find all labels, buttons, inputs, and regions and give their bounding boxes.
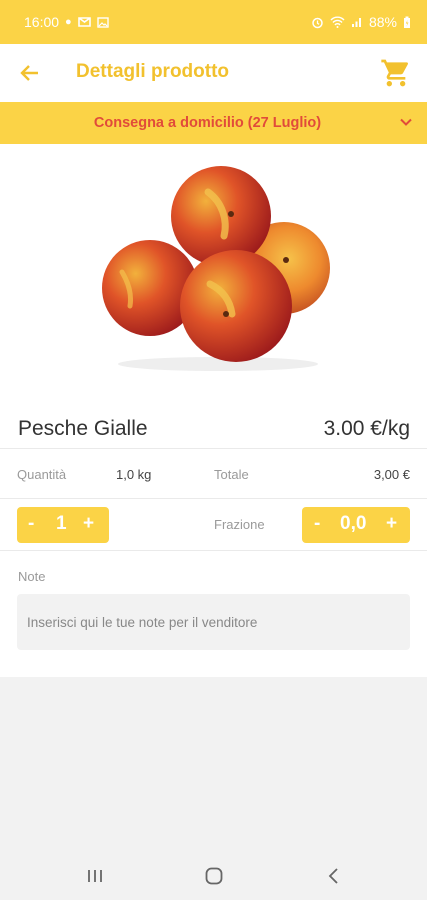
page-title: Dettagli prodotto xyxy=(76,61,230,82)
stepper-row: - 1 + Frazione - 0,0 + xyxy=(0,499,427,551)
recent-apps-button[interactable] xyxy=(83,864,107,888)
unit-decrement-button[interactable]: - xyxy=(28,513,34,535)
notes-input[interactable] xyxy=(17,594,410,650)
gallery-icon xyxy=(97,16,109,28)
product-price: 3.00 €/kg xyxy=(323,417,410,440)
wifi-icon xyxy=(330,16,345,28)
quantity-row: Quantità 1,0 kg Totale 3,00 € xyxy=(0,449,427,499)
back-nav-button[interactable] xyxy=(322,864,346,888)
battery-level: 88% xyxy=(368,14,397,30)
recent-apps-icon xyxy=(88,870,102,882)
fraction-increment-button[interactable]: + xyxy=(386,513,397,535)
chat-bubble-icon: ● xyxy=(65,15,72,28)
unit-quantity-stepper: - 1 + xyxy=(17,507,109,543)
total-value: 3,00 € xyxy=(373,467,410,482)
home-button[interactable] xyxy=(202,864,226,888)
cart-button[interactable] xyxy=(377,54,415,92)
home-icon xyxy=(205,867,223,885)
quantity-label: Quantità xyxy=(17,467,67,482)
app-bar: Dettagli prodotto xyxy=(0,44,427,102)
status-time: 16:00 xyxy=(24,14,60,30)
product-header: Pesche Gialle 3.00 €/kg xyxy=(0,409,427,449)
fraction-value: 0,0 xyxy=(340,513,367,534)
gmail-icon xyxy=(77,17,91,27)
notes-label: Note xyxy=(18,569,46,584)
unit-quantity-value: 1 xyxy=(56,513,67,534)
quantity-value: 1,0 kg xyxy=(116,467,152,482)
arrow-left-icon xyxy=(20,65,38,81)
status-bar: 16:00 ● 88% xyxy=(0,0,427,44)
back-nav-icon xyxy=(328,868,338,884)
peaches-image xyxy=(102,166,330,371)
total-label: Totale xyxy=(214,467,249,482)
system-nav-bar xyxy=(0,852,427,900)
signal-icon xyxy=(351,18,361,27)
fraction-stepper: - 0,0 + xyxy=(302,507,410,543)
product-name: Pesche Gialle xyxy=(18,417,148,440)
chevron-down-icon xyxy=(400,118,412,126)
peach-front xyxy=(180,250,292,362)
fraction-decrement-button[interactable]: - xyxy=(314,513,320,535)
delivery-label: Consegna a domicilio (27 Luglio) xyxy=(93,115,322,131)
fraction-label: Frazione xyxy=(214,517,265,532)
alarm-icon xyxy=(312,17,323,28)
shopping-cart-icon xyxy=(381,59,409,87)
back-button[interactable] xyxy=(14,58,44,88)
delivery-selector[interactable]: Consegna a domicilio (27 Luglio) xyxy=(0,102,427,144)
product-details: Pesche Gialle 3.00 €/kg Quantità 1,0 kg … xyxy=(0,144,427,677)
unit-increment-button[interactable]: + xyxy=(83,513,94,535)
battery-charging-icon xyxy=(404,16,410,28)
